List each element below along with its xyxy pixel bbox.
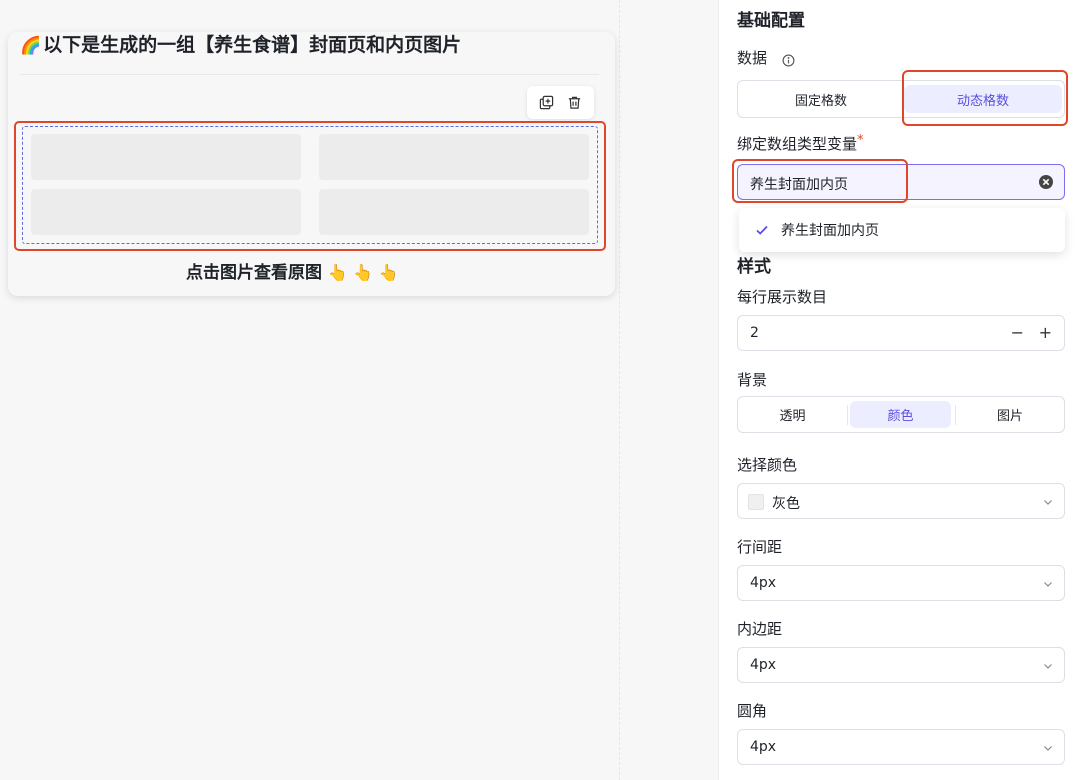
- dropdown-option[interactable]: 养生封面加内页: [781, 220, 879, 240]
- clear-icon[interactable]: [1038, 174, 1054, 190]
- color-value: 灰色: [772, 496, 800, 512]
- chevron-down-icon: [1044, 746, 1052, 751]
- required-mark: *: [857, 133, 864, 148]
- component-toolbar: [527, 86, 594, 119]
- image-option[interactable]: 图片: [959, 401, 1061, 428]
- radius-value: 4px: [750, 739, 777, 755]
- trash-icon[interactable]: [565, 94, 583, 112]
- fixed-cells-option[interactable]: 固定格数: [742, 85, 900, 113]
- decrement-button[interactable]: −: [1011, 323, 1024, 342]
- variable-dropdown: 养生封面加内页: [739, 208, 1065, 252]
- basic-config-title: 基础配置: [737, 11, 805, 31]
- image-cell[interactable]: [31, 134, 301, 180]
- segment-divider: [847, 405, 848, 425]
- bind-highlight-box: [732, 159, 908, 203]
- color-swatch: [748, 494, 764, 510]
- image-cell[interactable]: [319, 189, 589, 235]
- transparent-option[interactable]: 透明: [742, 401, 843, 428]
- color-option[interactable]: 颜色: [850, 401, 951, 428]
- bind-array-label: 绑定数组类型变量*: [737, 133, 864, 154]
- padding-value: 4px: [750, 657, 777, 673]
- pointing-up-icons: 👆 👆 👆: [327, 263, 399, 282]
- info-icon[interactable]: [782, 52, 796, 67]
- image-cell[interactable]: [31, 189, 301, 235]
- row-gap-value: 4px: [750, 575, 777, 591]
- data-label: 数据: [737, 49, 768, 67]
- row-gap-select[interactable]: 4px: [737, 565, 1065, 601]
- select-color-label: 选择颜色: [737, 456, 798, 474]
- row-gap-label: 行间距: [737, 538, 783, 556]
- image-cell[interactable]: [319, 134, 589, 180]
- config-panel: 基础配置 数据 固定格数 动态格数 绑定数组类型变量* 养生封面加内页 养生封面…: [718, 0, 1080, 780]
- canvas-area: 🌈 以下是生成的一组【养生食谱】封面页和内页图片 点击图片查看原图 👆 👆 👆: [0, 0, 620, 780]
- radius-select[interactable]: 4px: [737, 729, 1065, 765]
- style-title: 样式: [737, 257, 771, 277]
- dynamic-highlight-box: [902, 70, 1068, 126]
- background-label: 背景: [737, 371, 768, 389]
- rainbow-icon: 🌈: [20, 36, 42, 56]
- increment-button[interactable]: +: [1039, 323, 1052, 342]
- per-row-label: 每行展示数目: [737, 288, 828, 306]
- caption-text: 点击图片查看原图: [186, 263, 322, 283]
- copy-icon[interactable]: [538, 94, 556, 112]
- per-row-stepper[interactable]: 2 − +: [737, 315, 1065, 351]
- check-icon: [755, 222, 769, 236]
- card-title: 🌈 以下是生成的一组【养生食谱】封面页和内页图片: [20, 30, 461, 57]
- per-row-value: 2: [750, 325, 759, 341]
- background-toggle: 透明 颜色 图片: [737, 396, 1065, 433]
- card-divider: [20, 74, 599, 75]
- segment-divider: [955, 405, 956, 425]
- card-title-text: 以下是生成的一组【养生食谱】封面页和内页图片: [43, 34, 462, 56]
- padding-select[interactable]: 4px: [737, 647, 1065, 683]
- padding-label: 内边距: [737, 620, 783, 638]
- chevron-down-icon: [1044, 500, 1052, 505]
- grid-caption: 点击图片查看原图 👆 👆 👆: [186, 258, 399, 283]
- radius-label: 圆角: [737, 702, 768, 720]
- color-select[interactable]: 灰色: [737, 483, 1065, 519]
- bind-array-label-text: 绑定数组类型变量: [737, 135, 858, 153]
- chevron-down-icon: [1044, 664, 1052, 669]
- chevron-down-icon: [1044, 582, 1052, 587]
